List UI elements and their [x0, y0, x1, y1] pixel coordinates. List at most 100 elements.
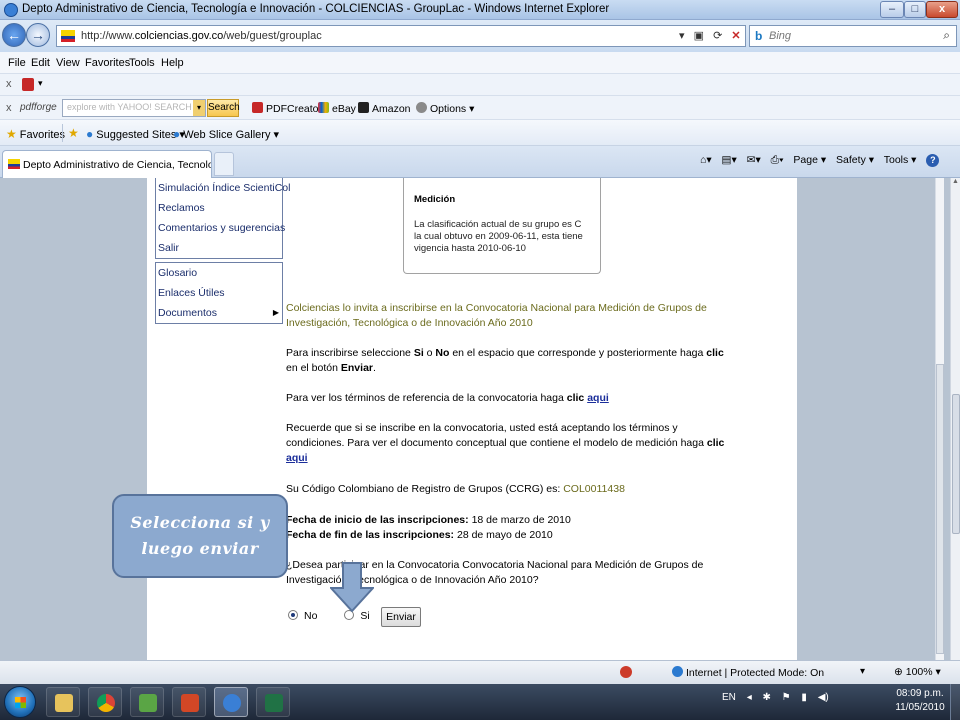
radio-no[interactable] — [288, 610, 298, 620]
menu-item-comentarios[interactable]: Comentarios y sugerencias — [156, 218, 285, 238]
text: clic — [706, 347, 724, 359]
url-prefix: http://www. — [81, 30, 135, 42]
minimize-button[interactable]: – — [880, 1, 904, 18]
yahoo-dropdown-icon[interactable]: ▾ — [193, 100, 205, 116]
text: . — [373, 362, 376, 374]
people-icon — [139, 694, 157, 712]
menu-favorites[interactable]: Favorites — [85, 57, 130, 69]
globe-icon — [672, 666, 683, 677]
favorites-button[interactable]: ★ Favorites — [6, 127, 65, 141]
favorites-label: Favorites — [19, 129, 66, 141]
menu-help[interactable]: Help — [161, 57, 184, 69]
dropdown-arrow-icon[interactable]: ▾ — [679, 30, 685, 42]
document-link[interactable]: aqui — [286, 452, 308, 464]
taskbar-internet-explorer[interactable] — [214, 687, 248, 717]
menu-item-salir[interactable]: Salir — [156, 238, 282, 258]
ebay-button[interactable]: eBay — [318, 102, 356, 115]
pdfcreator-button[interactable]: PDFCreator — [252, 102, 322, 115]
taskbar-chrome[interactable] — [88, 687, 122, 717]
close-toolbar-icon[interactable]: x — [6, 102, 12, 114]
system-tray: EN ◂ ✱ ⚑ ▮ ◀) — [722, 692, 837, 703]
close-button[interactable]: x — [926, 1, 958, 18]
menu-item-enlaces[interactable]: Enlaces Útiles — [156, 283, 282, 303]
page-scrollbar[interactable] — [935, 178, 944, 660]
pdfforge-logo: pdfforge — [20, 102, 57, 113]
refresh-icon[interactable]: ⟳ — [713, 30, 722, 42]
add-favorite-icon[interactable]: ★ — [68, 126, 79, 140]
address-bar[interactable]: http://www.colciencias.gov.co/web/guest/… — [56, 25, 746, 47]
menu-item-glosario[interactable]: Glosario — [156, 263, 282, 283]
addon-icon[interactable] — [22, 78, 34, 91]
new-tab-button[interactable] — [214, 152, 234, 176]
print-icon[interactable]: ⎙▾ — [771, 154, 784, 166]
invitation-text: Colciencias lo invita a inscribirse en l… — [286, 302, 707, 329]
flag-icon[interactable]: ⚑ — [782, 692, 791, 703]
tools-menu[interactable]: Tools ▾ — [884, 154, 917, 166]
protected-mode-icon[interactable]: ▾ — [860, 666, 865, 677]
home-icon[interactable]: ⌂▾ — [700, 154, 712, 166]
scroll-up-icon[interactable]: ▲ — [952, 178, 959, 185]
menu-view[interactable]: View — [56, 57, 80, 69]
start-button[interactable] — [4, 686, 36, 718]
bluetooth-icon[interactable]: ✱ — [763, 692, 771, 703]
page-menu[interactable]: Page ▾ — [793, 154, 826, 166]
url-text[interactable]: http://www.colciencias.gov.co/web/guest/… — [81, 30, 322, 42]
feeds-icon[interactable]: ▤▾ — [722, 154, 737, 166]
text: en el espacio que corresponde y posterio… — [449, 347, 707, 359]
window-scrollbar[interactable]: ▲ — [950, 178, 960, 660]
site-favicon-icon — [61, 30, 75, 42]
text: en el botón — [286, 362, 341, 374]
pdf-icon — [252, 102, 263, 113]
language-indicator[interactable]: EN — [722, 692, 736, 703]
title-bar: Depto Administrativo de Ciencia, Tecnolo… — [0, 0, 960, 20]
close-toolbar-icon[interactable]: x — [6, 78, 12, 90]
menu-tools[interactable]: Tools — [129, 57, 155, 69]
search-box[interactable]: b Bing ⌕ — [749, 25, 957, 47]
scrollbar-thumb[interactable] — [936, 364, 944, 654]
web-slice-gallery-button[interactable]: ● Web Slice Gallery ▾ — [173, 127, 279, 141]
text: Su Código Colombiano de Registro de Grup… — [286, 483, 564, 495]
addon-dropdown-icon[interactable]: ▾ — [38, 78, 43, 89]
options-button[interactable]: Options ▾ — [416, 102, 474, 115]
terms-link[interactable]: aqui — [587, 392, 609, 404]
text: Recuerde que si se inscribe en la convoc… — [286, 422, 707, 449]
clock[interactable]: 08:09 p.m. 11/05/2010 — [894, 687, 946, 715]
forward-button[interactable]: → — [26, 23, 50, 47]
menu-file[interactable]: File — [8, 57, 26, 69]
tab-colciencias[interactable]: Depto Administrativo de Ciencia, Tecnolo… — [2, 150, 212, 178]
menu-item-reclamos[interactable]: Reclamos — [156, 198, 282, 218]
zoom-control[interactable]: ⊕ 100% ▾ — [894, 666, 941, 678]
help-icon[interactable]: ? — [926, 154, 940, 167]
menu-edit[interactable]: Edit — [31, 57, 50, 69]
back-button[interactable]: ← — [2, 23, 26, 47]
safety-menu[interactable]: Safety ▾ — [836, 154, 874, 166]
security-zone[interactable]: Internet | Protected Mode: On — [672, 666, 824, 679]
mail-icon[interactable]: ✉▾ — [747, 154, 761, 166]
search-icon[interactable]: ⌕ — [943, 28, 950, 43]
taskbar-excel[interactable] — [256, 687, 290, 717]
amazon-button[interactable]: Amazon — [358, 102, 411, 115]
taskbar-explorer[interactable] — [46, 687, 80, 717]
radio-no-label: No — [304, 610, 318, 622]
yahoo-search-input[interactable]: explore with YAHOO! SEARCH ▾ — [62, 99, 206, 117]
show-desktop-button[interactable] — [950, 684, 960, 720]
volume-icon[interactable]: ◀) — [818, 692, 829, 703]
taskbar-people[interactable] — [130, 687, 164, 717]
url-path: /web/guest/grouplac — [223, 30, 322, 42]
tray-expand-icon[interactable]: ◂ — [747, 692, 752, 703]
suggested-sites-button[interactable]: ● Suggested Sites ▾ — [86, 127, 185, 141]
text: 18 de marzo de 2010 — [468, 514, 571, 526]
menu-item-simulacion[interactable]: Simulación Índice ScientiCol — [156, 178, 290, 198]
compatibility-view-icon[interactable]: ▣ — [694, 30, 704, 42]
taskbar-powerpoint[interactable] — [172, 687, 206, 717]
stop-icon[interactable]: ✕ — [731, 30, 740, 42]
popup-blocker-icon[interactable] — [620, 666, 632, 678]
text: No — [435, 347, 450, 359]
menu-item-documentos[interactable]: Documentos ▶ — [156, 303, 282, 323]
yahoo-search-button[interactable]: Search — [207, 99, 240, 117]
scrollbar-thumb[interactable] — [952, 394, 960, 534]
options-label: Options ▾ — [430, 103, 475, 115]
maximize-button[interactable]: □ — [904, 1, 926, 18]
network-icon[interactable]: ▮ — [801, 692, 807, 703]
enviar-button[interactable]: Enviar — [381, 607, 421, 627]
